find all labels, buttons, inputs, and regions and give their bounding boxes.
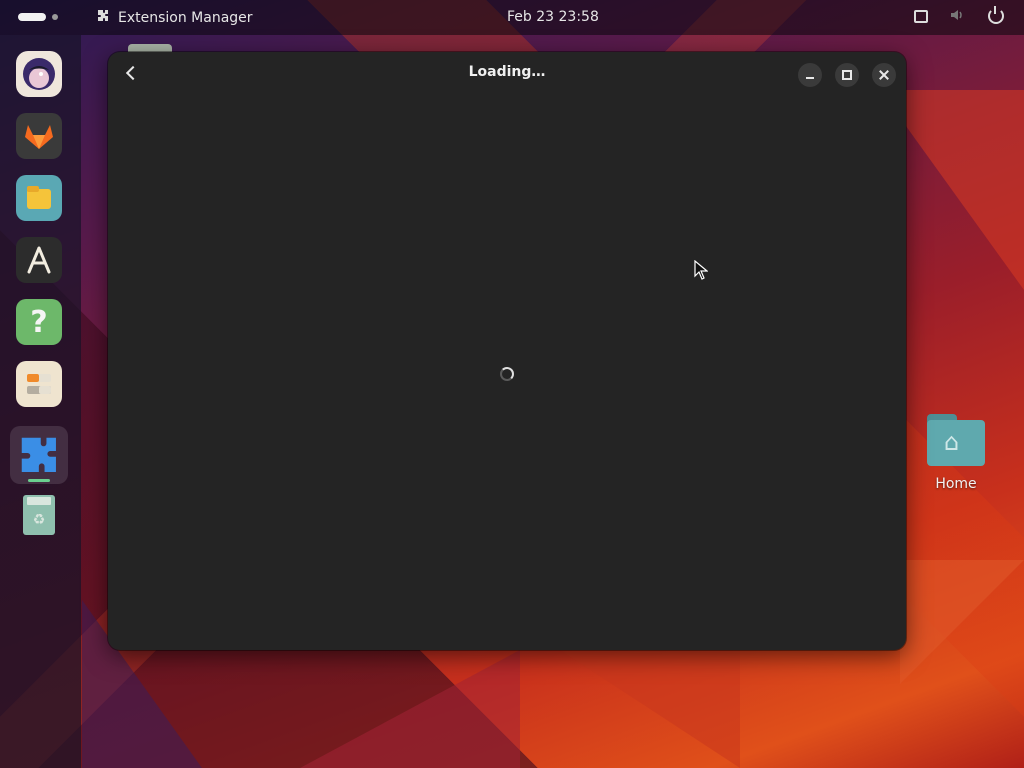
close-button[interactable] [872, 63, 896, 87]
dock: ? ♻ [0, 35, 81, 768]
app-menu[interactable]: Extension Manager [96, 9, 253, 27]
workspace-indicator[interactable] [18, 13, 58, 21]
system-tray[interactable] [914, 6, 1004, 24]
software-store-icon[interactable] [16, 237, 62, 283]
house-icon: ⌂ [944, 428, 960, 456]
minimize-button[interactable] [798, 63, 822, 87]
extension-manager-icon[interactable] [10, 426, 68, 484]
help-icon[interactable]: ? [16, 299, 62, 345]
maximize-icon [842, 70, 852, 80]
workspace-dot [52, 14, 58, 20]
clock[interactable]: Feb 23 23:58 [507, 9, 599, 25]
svg-text:♻: ♻ [33, 512, 46, 528]
home-folder-label[interactable]: Home [926, 476, 986, 492]
close-icon [879, 70, 889, 80]
active-app-indicator [28, 479, 50, 482]
app-menu-label: Extension Manager [118, 10, 253, 26]
active-workspace-pill [18, 13, 46, 21]
puzzle-icon [96, 9, 110, 27]
settings-toggles-icon[interactable] [16, 361, 62, 407]
trash-icon[interactable]: ♻ [16, 491, 62, 537]
top-bar: Extension Manager Feb 23 23:58 [0, 0, 1024, 35]
loading-spinner-icon [500, 367, 514, 381]
screen-icon[interactable] [914, 9, 928, 23]
bird-app-icon[interactable] [16, 51, 62, 97]
extension-manager-window: Loading… [108, 52, 906, 650]
mouse-cursor-icon [694, 259, 709, 284]
minimize-icon [806, 76, 814, 79]
files-icon[interactable] [16, 175, 62, 221]
window-title: Loading… [468, 64, 546, 80]
power-icon[interactable] [988, 6, 1004, 24]
volume-icon[interactable] [950, 8, 966, 24]
gitlab-fox-icon[interactable] [16, 113, 62, 159]
home-folder-icon[interactable]: ⌂ [926, 412, 986, 468]
maximize-button[interactable] [835, 63, 859, 87]
